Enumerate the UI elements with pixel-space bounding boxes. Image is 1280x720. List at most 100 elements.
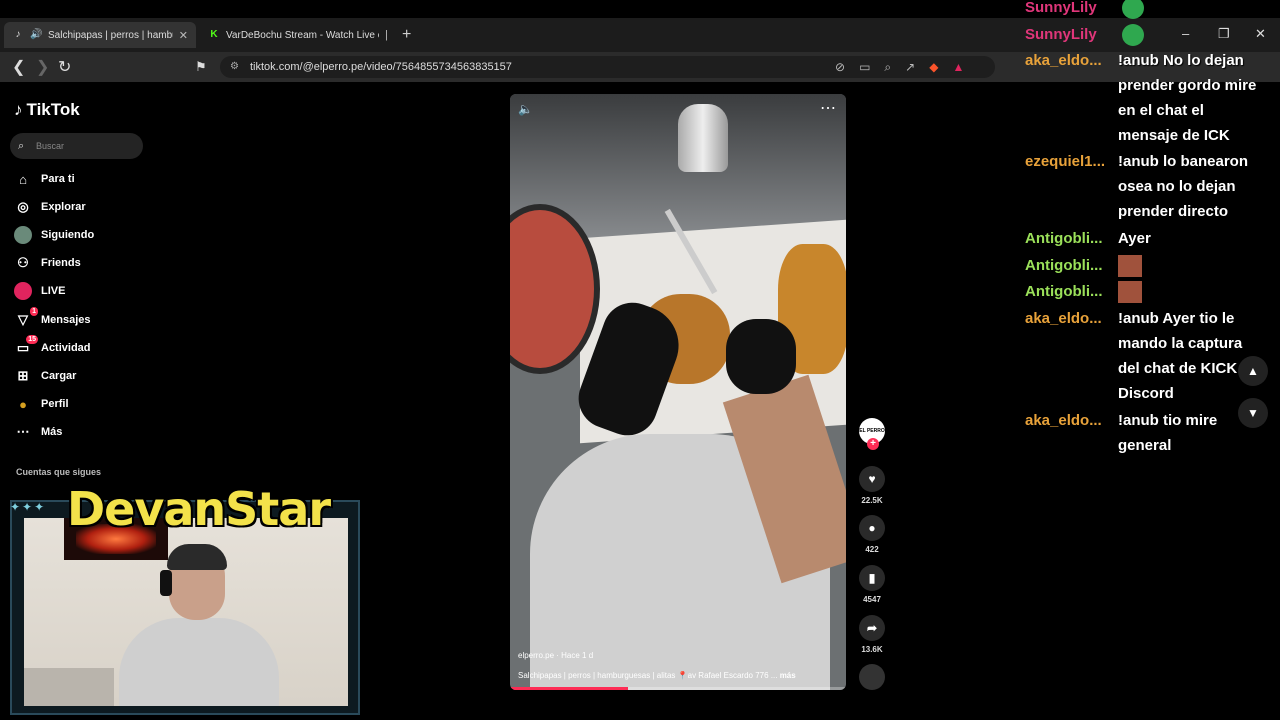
share-icon[interactable]: ↗ [905,60,915,75]
nav-live[interactable]: LIVE [14,280,65,302]
close-tab-icon[interactable]: ✕ [179,29,188,42]
chat-username[interactable]: Antigobli... [1025,226,1117,251]
headset [160,570,172,596]
nav-cargar[interactable]: ⊞ Cargar [14,365,77,387]
messages-badge: 1 [30,307,38,316]
reload-icon[interactable]: ↻ [58,57,71,77]
back-icon[interactable]: ❮ [12,57,25,77]
tiktok-logo[interactable]: ♪ TikTok [14,100,80,120]
video-caption: Salchipapas | perros | hamburguesas | al… [518,671,838,680]
avatar-text: EL PERRO [859,428,885,434]
nav-label: Para ti [41,173,75,185]
kick-icon: K [210,29,218,40]
cast-icon[interactable]: ▭ [859,60,870,75]
background-shelf [24,668,114,706]
author-avatar-image: EL PERRO + [859,418,885,450]
zoom-icon[interactable]: ⌕ [884,60,891,75]
tiktok-icon: ♪ [14,100,23,119]
sound-disc[interactable] [852,664,892,690]
nav-actividad[interactable]: ▭ 15 Actividad [14,335,91,359]
video-author-meta[interactable]: elperro.pe · Hace 1 d [518,651,593,660]
save-button[interactable]: ▮ 4547 [852,565,892,604]
nav-mas[interactable]: ⋯ Más [14,421,63,443]
nav-explorar[interactable]: ◎ Explorar [14,196,85,218]
chat-username[interactable]: ezequiel1... [1025,149,1117,174]
caption-more-link[interactable]: más [780,671,796,680]
nav-perfil[interactable]: ● Perfil [14,393,69,415]
speaker-icon[interactable]: 🔊 [30,29,42,41]
nav-label: Siguiendo [41,229,95,241]
nav-label: LIVE [41,285,66,297]
chat-username[interactable]: SunnyLily [1025,22,1117,47]
emote-icon [1118,255,1142,278]
search-placeholder: Buscar [36,141,65,151]
share-button[interactable]: ➦ 13.6K [852,615,892,654]
streamer-body [119,618,279,706]
tab-tiktok[interactable]: ♪ 🔊 Salchipapas | perros | hambu ✕ [4,22,196,48]
forward-icon[interactable]: ❯ [36,57,49,77]
salt-shaker [678,104,728,172]
activity-icon: ▭ 15 [16,335,38,355]
nav-label: Friends [41,257,81,269]
heart-icon: ♥ [859,466,885,492]
streamer-hair [167,544,227,570]
address-bar-icons: ⊘ ▭ ⌕ ↗ ◆ ▲ [835,60,964,75]
volume-icon[interactable]: 🔈 [518,102,533,116]
author-avatar[interactable]: EL PERRO + [852,418,892,450]
tab-title: Salchipapas | perros | hambu [48,29,173,41]
activity-badge: 15 [26,335,38,344]
more-options-icon[interactable]: ⋯ [820,98,836,118]
stream-chat-overlay: SunnyLily SunnyLily aka_eldo... !anub No… [1020,0,1280,470]
emote-icon [1122,0,1144,20]
bookmark-icon: ▮ [859,565,885,591]
nav-friends[interactable]: ⚇ Friends [14,252,81,274]
music-disc-icon [859,664,885,690]
nav-siguiendo[interactable]: Siguiendo [14,224,94,246]
search-icon: ⌕ [18,140,25,152]
chat-username[interactable]: aka_eldo... [1025,48,1117,73]
new-tab-button[interactable]: + [402,26,411,44]
site-info-icon[interactable]: ⚙ [230,56,239,78]
nav-mensajes[interactable]: ▽ 1 Mensajes [14,307,91,331]
scroll-down-button[interactable]: ▼ [1238,398,1268,428]
following-section-title: Cuentas que sigues [16,467,102,477]
nav-para-ti[interactable]: ⌂ Para ti [14,168,75,190]
video-player[interactable]: 🔈 ⋯ elperro.pe · Hace 1 d Salchipapas | … [510,94,846,690]
live-icon [14,282,32,300]
nav-label: Mensajes [41,314,91,326]
logo-text: TikTok [26,100,80,119]
comment-button[interactable]: ● 422 [852,515,892,554]
chat-username[interactable]: aka_eldo... [1025,408,1117,433]
streamer-name: DevanStar [67,482,331,536]
chat-username[interactable]: aka_eldo... [1025,306,1117,331]
emote-icon [1122,24,1144,47]
follow-plus-icon[interactable]: + [867,438,879,450]
tab-kick[interactable]: K VarDeBochu Stream - Watch Live on | [200,22,396,48]
right-glove [726,319,796,394]
messages-icon: ▽ 1 [18,307,38,327]
following-avatar-icon [14,226,32,244]
bookmark-icon[interactable]: ⚑ [195,59,207,75]
like-button[interactable]: ♥ 22.5K [852,466,892,505]
video-progress-bar[interactable] [510,687,846,690]
no-tracking-icon[interactable]: ⊘ [835,60,845,75]
chat-username[interactable]: Antigobli... [1025,279,1117,304]
save-count: 4547 [863,595,881,604]
like-count: 22.5K [861,496,883,505]
chat-text: !anub No lo dejan prender gordo mire en … [1118,52,1257,144]
upload-icon: ⊞ [17,368,29,383]
chat-username[interactable]: SunnyLily [1025,0,1117,20]
chat-text [1118,279,1268,304]
nav-label: Perfil [41,398,69,410]
scroll-up-button[interactable]: ▲ [1238,356,1268,386]
brave-shield-icon[interactable]: ◆ [929,60,938,75]
screen: ♪ 🔊 Salchipapas | perros | hambu ✕ K Var… [0,0,1280,720]
chat-text [1118,22,1268,47]
video-progress-fill [510,687,628,690]
friends-icon: ⚇ [17,255,29,270]
chat-username[interactable]: Antigobli... [1025,253,1117,278]
rewards-icon[interactable]: ▲ [952,60,964,75]
search-input[interactable]: ⌕ Buscar [10,133,143,159]
webcam-overlay: ✦✦✦ DevanStar [10,482,360,715]
home-icon: ⌂ [19,171,27,187]
